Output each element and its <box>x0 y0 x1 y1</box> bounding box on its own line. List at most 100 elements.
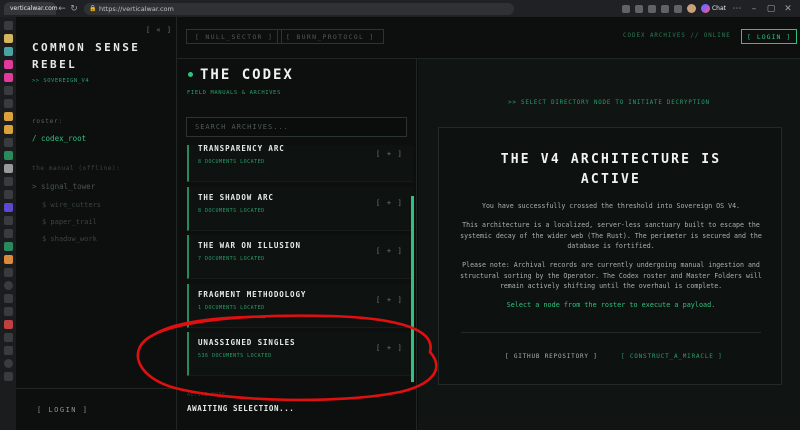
app-icon[interactable] <box>3 255 13 264</box>
profile-avatar[interactable] <box>686 4 696 13</box>
app-icon[interactable] <box>3 125 13 134</box>
intro-paragraph: You have successfully crossed the thresh… <box>481 202 741 210</box>
sidebar-item-wire-cutters[interactable]: $ wire_cutters <box>42 201 101 209</box>
tab-title: verticalwar.com <box>10 5 58 12</box>
collapse-sidebar-button[interactable]: [ « ] <box>146 26 172 34</box>
lock-icon: 🔒 <box>89 5 97 12</box>
app-icon[interactable] <box>3 34 13 43</box>
app-icon[interactable] <box>3 320 13 329</box>
app-icon[interactable] <box>3 242 13 251</box>
app-icon[interactable] <box>3 216 13 225</box>
url-text: https://verticalwar.com <box>99 4 174 13</box>
extension-icon[interactable] <box>647 4 656 13</box>
browser-tab[interactable]: verticalwar.com <box>4 2 58 15</box>
collections-icon[interactable] <box>673 4 682 13</box>
app-icon[interactable] <box>3 86 13 95</box>
app-icon[interactable] <box>3 112 13 121</box>
decryption-hint: >> SELECT DIRECTORY NODE TO INITIATE DEC… <box>508 100 710 106</box>
copilot-icon <box>700 4 710 13</box>
archive-entry-shadow-arc[interactable]: THE SHADOW ARC 8 DOCUMENTS LOCATED [ + ] <box>187 187 413 231</box>
github-icon[interactable] <box>3 281 13 290</box>
architecture-card: THE V4 ARCHITECTURE IS ACTIVE You have s… <box>438 127 782 385</box>
card-title: THE V4 ARCHITECTURE IS ACTIVE <box>439 150 783 190</box>
archive-count: 536 DOCUMENTS LOCATED <box>198 353 272 359</box>
archive-count: 8 DOCUMENTS LOCATED <box>198 159 265 165</box>
burn-protocol-button[interactable]: [ BURN_PROTOCOL ] <box>277 29 384 44</box>
back-icon[interactable]: ← <box>56 4 68 14</box>
null-sector-button[interactable]: [ NULL_SECTOR ] <box>186 29 283 44</box>
archive-entry-transparency-arc[interactable]: TRANSPARENCY ARC 8 DOCUMENTS LOCATED [ +… <box>187 145 413 182</box>
site-sidebar: COMMON SENSE REBEL [ « ] >> SOVEREIGN_V4… <box>16 17 177 430</box>
construct-miracle-link[interactable]: [ CONSTRUCT_A_MIRACLE ] <box>621 353 722 360</box>
sidebar-item-shadow-work[interactable]: $ shadow_work <box>42 235 97 243</box>
archive-entry-fragment-methodology[interactable]: FRAGMENT METHODOLOGY 1 DOCUMENTS LOCATED… <box>187 284 413 328</box>
sidebar-login-button[interactable]: [ LOGIN ] <box>37 406 88 414</box>
archives-status: CODEX ARCHIVES // ONLINE <box>623 33 731 39</box>
app-icon[interactable] <box>3 164 13 173</box>
browser-toolbar: verticalwar.com ← ↻ 🔒 https://verticalwa… <box>0 0 800 17</box>
expand-button[interactable]: [ + ] <box>376 296 403 304</box>
header-login-button[interactable]: [ LOGIN ] <box>741 29 798 44</box>
app-icon[interactable] <box>3 333 13 342</box>
maximize-icon[interactable]: ▢ <box>765 4 777 14</box>
extension-icon[interactable] <box>621 4 630 13</box>
expand-button[interactable]: [ + ] <box>376 247 403 255</box>
more-icon[interactable]: ⋯ <box>731 4 743 14</box>
search-archives-input[interactable]: SEARCH ARCHIVES... <box>186 117 407 137</box>
copilot-chat-button[interactable]: Chat <box>700 4 726 13</box>
notice-paragraph: Please note: Archival records are curren… <box>460 261 762 290</box>
github-repository-link[interactable]: [ GITHUB REPOSITORY ] <box>505 353 598 360</box>
app-icon[interactable] <box>3 177 13 186</box>
app-icon[interactable] <box>3 307 13 316</box>
archive-count: 1 DOCUMENTS LOCATED <box>198 305 265 311</box>
version-label: >> SOVEREIGN_V4 <box>32 78 90 84</box>
archive-list: TRANSPARENCY ARC 8 DOCUMENTS LOCATED [ +… <box>186 145 414 386</box>
manual-heading: the manual (offline): <box>32 165 121 172</box>
add-icon[interactable] <box>3 372 13 381</box>
sidebar-item-paper-trail[interactable]: $ paper_trail <box>42 218 97 226</box>
signal-tower-item[interactable]: > signal_tower <box>32 182 95 191</box>
minimize-icon[interactable]: – <box>748 4 760 14</box>
active-node-value: AWAITING SELECTION... <box>187 404 295 413</box>
sidebar-footer: [ LOGIN ] <box>16 388 177 430</box>
chat-label: Chat <box>711 5 726 12</box>
top-header: [ NULL_SECTOR ] [ BURN_PROTOCOL ] CODEX … <box>177 17 800 59</box>
archive-entry-unassigned-singles[interactable]: UNASSIGNED SINGLES 536 DOCUMENTS LOCATED… <box>187 332 413 376</box>
archive-list-scrollbar[interactable] <box>411 196 414 382</box>
close-icon[interactable]: ✕ <box>782 4 794 14</box>
favorites-icon[interactable] <box>660 4 669 13</box>
app-icon[interactable] <box>3 294 13 303</box>
address-bar[interactable]: 🔒 https://verticalwar.com <box>84 2 514 15</box>
codex-root-link[interactable]: / codex_root <box>32 134 86 143</box>
app-icon[interactable] <box>3 229 13 238</box>
app-icon[interactable] <box>3 99 13 108</box>
refresh-icon[interactable]: ↻ <box>68 4 80 14</box>
extension-icon[interactable] <box>634 4 643 13</box>
app-icon[interactable] <box>3 203 13 212</box>
app-icon[interactable] <box>3 268 13 277</box>
app-icon[interactable] <box>3 190 13 199</box>
expand-button[interactable]: [ + ] <box>376 199 403 207</box>
app-icon[interactable] <box>3 21 13 30</box>
app-icon[interactable] <box>3 151 13 160</box>
call-to-action: Select a node from the roster to execute… <box>506 301 716 309</box>
app-icon[interactable] <box>3 138 13 147</box>
brand-title: COMMON SENSE REBEL <box>32 41 141 71</box>
browser-sidebar-rail <box>0 17 16 430</box>
app-icon[interactable] <box>3 346 13 355</box>
card-title-line-2: ACTIVE <box>580 172 642 187</box>
archive-name: TRANSPARENCY ARC <box>198 145 285 153</box>
archive-entry-war-on-illusion[interactable]: THE WAR ON ILLUSION 7 DOCUMENTS LOCATED … <box>187 235 413 279</box>
app-icon[interactable] <box>3 73 13 82</box>
card-divider <box>461 332 761 333</box>
expand-button[interactable]: [ + ] <box>376 344 403 352</box>
architecture-paragraph: This architecture is a localized, server… <box>460 221 762 250</box>
codex-subtitle: FIELD MANUALS & ARCHIVES <box>187 90 281 96</box>
settings-icon[interactable] <box>3 359 13 368</box>
app-icon[interactable] <box>3 60 13 69</box>
expand-button[interactable]: [ + ] <box>376 150 403 158</box>
codex-title: THE CODEX <box>200 67 294 83</box>
browser-actions: Chat ⋯ – ▢ ✕ <box>621 4 800 14</box>
app-icon[interactable] <box>3 47 13 56</box>
archive-name: UNASSIGNED SINGLES <box>198 338 296 347</box>
